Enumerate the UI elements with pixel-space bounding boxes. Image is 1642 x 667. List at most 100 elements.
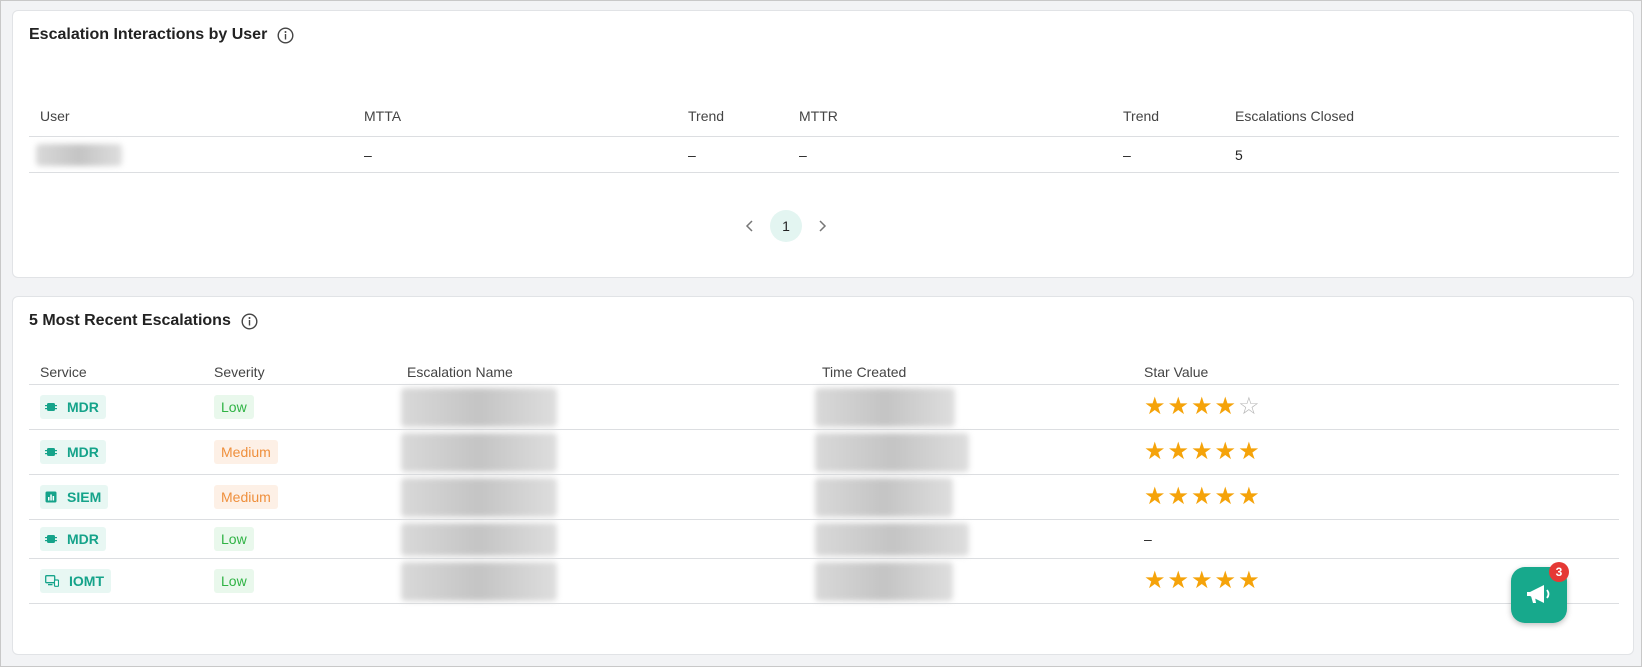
service-cell: SIEM bbox=[40, 475, 109, 519]
recent-escalations-card: 5 Most Recent Escalations Service Severi… bbox=[12, 296, 1634, 655]
chip-icon bbox=[45, 401, 62, 413]
severity-badge: Low bbox=[214, 569, 254, 593]
col-escalations-closed[interactable]: Escalations Closed bbox=[1235, 91, 1354, 136]
severity-badge: Low bbox=[214, 527, 254, 551]
star-filled-icon: ★ bbox=[1167, 567, 1190, 594]
redacted-escalation-name bbox=[401, 477, 557, 517]
time-created-cell bbox=[815, 520, 969, 558]
star-rating: ★ ★ ★ ★ ★ bbox=[1144, 440, 1260, 464]
pagination: 1 bbox=[13, 210, 1633, 242]
col-trend-mttr: Trend bbox=[1123, 107, 1160, 124]
table-header: Service Severity Escalation Name Time Cr… bbox=[29, 355, 1619, 385]
severity-cell: Medium bbox=[214, 475, 278, 519]
redacted-time-created bbox=[815, 561, 953, 601]
megaphone-icon bbox=[1527, 585, 1550, 603]
info-icon[interactable] bbox=[241, 312, 258, 330]
service-cell: IOMT bbox=[40, 559, 111, 603]
col-trend-mtta: Trend bbox=[688, 107, 725, 124]
redacted-escalation-name bbox=[401, 432, 557, 472]
table-row[interactable]: MDR Low ★ ★ ★ ★ ☆ bbox=[29, 385, 1619, 430]
chip-icon bbox=[45, 533, 62, 545]
service-tag: MDR bbox=[40, 527, 106, 551]
col-user[interactable]: User bbox=[40, 91, 70, 136]
star-filled-icon: ★ bbox=[1238, 438, 1260, 465]
col-time-created: Time Created bbox=[822, 363, 907, 380]
interactions-title: Escalation Interactions by User bbox=[29, 26, 294, 44]
table-header: User MTTA Trend MTTR Trend Escalations C… bbox=[29, 91, 1619, 137]
col-escalation-name: Escalation Name bbox=[407, 363, 513, 380]
star-filled-icon: ★ bbox=[1214, 438, 1237, 465]
star-filled-icon: ★ bbox=[1167, 438, 1190, 465]
star-value-cell: ★ ★ ★ ★ ★ bbox=[1144, 475, 1260, 519]
severity-cell: Medium bbox=[214, 430, 278, 474]
recent-title: 5 Most Recent Escalations bbox=[29, 312, 258, 330]
bar-chart-icon bbox=[45, 491, 62, 503]
severity-cell: Low bbox=[214, 520, 254, 558]
trend-mtta-cell: – bbox=[688, 146, 696, 163]
table-row[interactable]: MDR Medium ★ ★ ★ ★ ★ bbox=[29, 430, 1619, 475]
star-filled-icon: ★ bbox=[1144, 393, 1166, 420]
star-filled-icon: ★ bbox=[1144, 483, 1166, 510]
user-cell bbox=[36, 137, 122, 172]
table-row: – – – – 5 bbox=[29, 137, 1619, 173]
star-filled-icon: ★ bbox=[1214, 567, 1237, 594]
time-created-cell bbox=[815, 385, 955, 429]
chip-icon bbox=[45, 446, 62, 458]
next-page-button[interactable] bbox=[806, 210, 838, 242]
escalation-name-cell[interactable] bbox=[401, 559, 557, 603]
time-created-cell bbox=[815, 430, 969, 474]
time-created-cell bbox=[815, 559, 953, 603]
info-icon[interactable] bbox=[277, 26, 294, 44]
star-filled-icon: ★ bbox=[1214, 483, 1237, 510]
star-value-cell: – bbox=[1144, 520, 1152, 558]
service-tag: IOMT bbox=[40, 569, 111, 593]
redacted-escalation-name bbox=[401, 561, 557, 601]
notification-badge: 3 bbox=[1549, 562, 1569, 582]
mttr-cell: – bbox=[799, 146, 807, 163]
service-label: SIEM bbox=[67, 489, 102, 505]
star-filled-icon: ★ bbox=[1167, 393, 1190, 420]
chevron-right-icon bbox=[819, 220, 827, 232]
service-tag: MDR bbox=[40, 440, 106, 464]
service-cell: MDR bbox=[40, 385, 106, 429]
service-label: MDR bbox=[67, 444, 99, 460]
star-value-cell: ★ ★ ★ ★ ☆ bbox=[1144, 385, 1260, 429]
redacted-escalation-name bbox=[401, 522, 557, 556]
star-value-cell: ★ ★ ★ ★ ★ bbox=[1144, 559, 1260, 603]
escalation-name-cell[interactable] bbox=[401, 385, 557, 429]
recent-title-text: 5 Most Recent Escalations bbox=[29, 312, 231, 329]
star-filled-icon: ★ bbox=[1191, 483, 1213, 510]
escalation-name-cell[interactable] bbox=[401, 520, 557, 558]
redacted-time-created bbox=[815, 477, 953, 517]
severity-cell: Low bbox=[214, 559, 254, 603]
interactions-table: User MTTA Trend MTTR Trend Escalations C… bbox=[29, 91, 1619, 173]
col-mtta[interactable]: MTTA bbox=[364, 91, 401, 136]
severity-badge: Medium bbox=[214, 485, 278, 509]
table-row[interactable]: SIEM Medium ★ ★ ★ ★ ★ bbox=[29, 475, 1619, 520]
prev-page-button[interactable] bbox=[734, 210, 766, 242]
mtta-cell: – bbox=[364, 146, 372, 163]
escalation-name-cell[interactable] bbox=[401, 475, 557, 519]
table-row[interactable]: IOMT Low ★ ★ ★ ★ ★ bbox=[29, 559, 1619, 604]
service-cell: MDR bbox=[40, 430, 106, 474]
severity-cell: Low bbox=[214, 385, 254, 429]
page-1-button[interactable]: 1 bbox=[770, 210, 802, 242]
star-filled-icon: ★ bbox=[1238, 567, 1260, 594]
col-star-value: Star Value bbox=[1144, 363, 1209, 380]
star-filled-icon: ★ bbox=[1238, 483, 1260, 510]
col-service: Service bbox=[40, 363, 87, 380]
star-empty-icon: ☆ bbox=[1238, 393, 1260, 420]
severity-badge: Medium bbox=[214, 440, 278, 464]
recent-table: Service Severity Escalation Name Time Cr… bbox=[29, 355, 1619, 604]
col-mttr[interactable]: MTTR bbox=[799, 91, 838, 136]
redacted-time-created bbox=[815, 387, 955, 427]
recent-table-body: MDR Low ★ ★ ★ ★ ☆ MDR Medium ★ ★ ★ ★ ★ SIEM Medium ★ ★ ★ ★ ★… bbox=[29, 385, 1619, 604]
star-rating: ★ ★ ★ ★ ★ bbox=[1144, 569, 1260, 593]
escalation-name-cell[interactable] bbox=[401, 430, 557, 474]
redacted-user bbox=[36, 143, 122, 166]
escalations-closed-cell: 5 bbox=[1235, 146, 1243, 163]
interactions-card: Escalation Interactions by User User MTT… bbox=[12, 10, 1634, 278]
star-rating: ★ ★ ★ ★ ★ bbox=[1144, 485, 1260, 509]
table-row[interactable]: MDR Low – bbox=[29, 520, 1619, 559]
star-filled-icon: ★ bbox=[1191, 438, 1213, 465]
